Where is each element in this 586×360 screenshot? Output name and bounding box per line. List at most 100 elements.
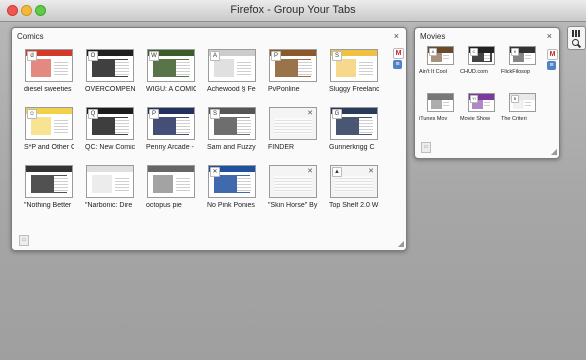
tab-thumbnail[interactable]: B	[509, 93, 536, 112]
favicon-icon: S	[210, 109, 220, 119]
tab-groups-canvas[interactable]: Comics × M ≡ d diesel sweeties O OVERCOMPEN…	[0, 22, 586, 360]
group-title-comics[interactable]: Comics	[17, 32, 44, 41]
stacked-tabs-icon[interactable]: ▭	[19, 235, 29, 246]
tab-thumbnail[interactable]: O	[86, 49, 134, 82]
tab-comics-1[interactable]: O OVERCOMPENSATING	[85, 49, 135, 93]
tab-title: No Pink Ponies	[207, 202, 255, 209]
tab-comics-2[interactable]: W WIGU: A COMIC	[146, 49, 196, 93]
tab-group-movies[interactable]: Movies × M ≡ A Ain't It Cool C CHUD.com fl Fl…	[414, 27, 560, 159]
favicon-icon: O	[88, 51, 98, 61]
tab-thumbnail[interactable]: Q	[86, 107, 134, 140]
tab-thumbnail[interactable]: Y!	[468, 93, 495, 112]
tab-title: octopus pie	[146, 202, 182, 209]
tab-title: Sluggy Freelance	[329, 86, 379, 93]
tab-comics-11[interactable]: G Gunnerkrigg C	[329, 107, 379, 151]
tab-title: QC: New Comic	[85, 144, 135, 151]
favicon-icon: fl	[511, 48, 519, 56]
tab-comics-5[interactable]: S Sluggy Freelance	[329, 49, 379, 93]
tab-title: Sam and Fuzzy	[207, 144, 256, 151]
favicon-icon: S	[332, 51, 342, 61]
tab-comics-0[interactable]: d diesel sweeties	[24, 49, 74, 93]
tab-comics-16[interactable]: ✕ "Skin Horse" By	[268, 165, 318, 209]
favicon-icon: G	[332, 109, 342, 119]
tab-thumbnail[interactable]: fl	[509, 46, 536, 65]
tab-movies-2[interactable]: fl FlickFilosop	[501, 46, 551, 75]
close-tab-icon[interactable]: ✕	[307, 167, 313, 175]
tab-title: diesel sweeties	[24, 86, 72, 93]
tab-comics-12[interactable]: "Nothing Better	[24, 165, 74, 209]
tab-title: Penny Arcade -	[146, 144, 194, 151]
favicon-icon: B	[511, 95, 519, 103]
close-tab-icon[interactable]: ✕	[368, 167, 374, 175]
tab-thumbnail[interactable]: ✕ ▲	[330, 165, 378, 198]
window-title: Firefox - Group Your Tabs	[230, 4, 356, 16]
tab-thumbnail[interactable]: ✕	[269, 165, 317, 198]
window-titlebar: Firefox - Group Your Tabs	[0, 0, 586, 22]
stacked-tabs-icon[interactable]: ▭	[421, 142, 431, 153]
group-title-movies[interactable]: Movies	[420, 32, 445, 41]
favicon-icon: C	[470, 48, 478, 56]
close-group-movies-button[interactable]: ×	[547, 31, 552, 41]
favicon-icon: P	[271, 51, 281, 61]
tab-thumbnail[interactable]: S	[208, 107, 256, 140]
tab-movies-5[interactable]: B The Criteri	[501, 93, 551, 122]
favicon-icon: ✕	[210, 167, 220, 177]
resize-handle-icon[interactable]: ◢	[398, 239, 404, 248]
tab-comics-9[interactable]: S Sam and Fuzzy	[207, 107, 257, 151]
tab-thumbnail[interactable]: ✕	[269, 107, 317, 140]
tab-thumbnail[interactable]	[147, 165, 195, 198]
tab-comics-13[interactable]: "Narbonic: Dire	[85, 165, 135, 209]
tab-title: WIGU: A COMIC	[146, 86, 196, 93]
tab-thumbnail[interactable]: P	[269, 49, 317, 82]
tab-thumbnail[interactable]: C	[468, 46, 495, 65]
tab-thumbnail[interactable]: ✕	[208, 165, 256, 198]
tab-thumbnail[interactable]: ☺	[25, 107, 73, 140]
favicon-icon: Y!	[470, 95, 478, 103]
tab-thumbnail[interactable]: W	[147, 49, 195, 82]
resize-handle-icon[interactable]: ◢	[551, 147, 557, 156]
tab-thumbnail[interactable]	[86, 165, 134, 198]
tab-title: Achewood § Fe	[207, 86, 256, 93]
group-view-icon[interactable]	[572, 30, 581, 37]
close-group-comics-button[interactable]: ×	[394, 31, 399, 41]
tab-title: FINDER	[268, 144, 295, 151]
tab-comics-10[interactable]: ✕ FINDER	[268, 107, 318, 151]
tab-thumbnail[interactable]: A	[208, 49, 256, 82]
tab-thumbnail[interactable]: d	[25, 49, 73, 82]
favicon-icon: d	[27, 51, 37, 61]
tab-comics-3[interactable]: A Achewood § Fe	[207, 49, 257, 93]
tab-comics-6[interactable]: ☺ S*P and Other C	[24, 107, 74, 151]
favicon-icon: ☺	[27, 109, 37, 119]
tab-comics-15[interactable]: ✕ No Pink Ponies	[207, 165, 257, 209]
tab-comics-4[interactable]: P PvPonline	[268, 49, 318, 93]
favicon-icon: W	[149, 51, 159, 61]
tab-title: Gunnerkrigg C	[329, 144, 375, 151]
tab-group-comics[interactable]: Comics × M ≡ d diesel sweeties O OVERCOMPEN…	[11, 27, 407, 251]
tab-comics-17[interactable]: ✕ ▲ Top Shelf 2.0 W	[329, 165, 379, 209]
favicon-icon: P	[149, 109, 159, 119]
tab-thumbnail[interactable]: G	[330, 107, 378, 140]
tab-thumbnail[interactable]: A	[427, 46, 454, 65]
favicon-icon: A	[210, 51, 220, 61]
tab-thumbnail[interactable]: S	[330, 49, 378, 82]
tab-comics-7[interactable]: Q QC: New Comic	[85, 107, 135, 151]
close-tab-icon[interactable]: ✕	[307, 109, 313, 117]
tab-title: The Criteri	[501, 116, 527, 122]
tab-title: "Nothing Better	[24, 202, 72, 209]
tab-title: "Narbonic: Dire	[85, 202, 133, 209]
favicon-icon: ▲	[332, 167, 342, 177]
tab-title: OVERCOMPENSATING	[85, 86, 135, 93]
document-icon[interactable]: ≡	[393, 60, 402, 69]
tab-thumbnail[interactable]	[25, 165, 73, 198]
tab-thumbnail[interactable]	[427, 93, 454, 112]
favicon-icon: Q	[88, 109, 98, 119]
tabview-toolbar	[567, 26, 586, 50]
tab-title: FlickFilosop	[501, 69, 531, 75]
tab-title: S*P and Other C	[24, 144, 74, 151]
tab-comics-8[interactable]: P Penny Arcade -	[146, 107, 196, 151]
tab-title: PvPonline	[268, 86, 300, 93]
tab-comics-14[interactable]: octopus pie	[146, 165, 196, 209]
gmail-icon[interactable]: M	[393, 48, 404, 59]
search-icon[interactable]	[571, 39, 582, 49]
tab-thumbnail[interactable]: P	[147, 107, 195, 140]
